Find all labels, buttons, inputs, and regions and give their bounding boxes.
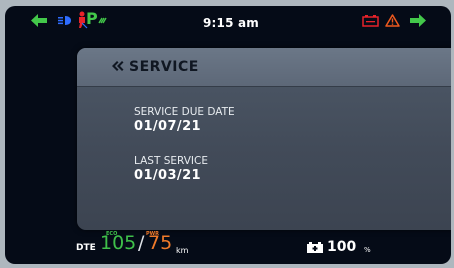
battery-warning-icon <box>362 15 379 27</box>
instrument-screen: P 9:15 am SERVICE SERVICE DUE DATE 01/07… <box>5 6 451 264</box>
service-panel-header: SERVICE <box>77 48 451 87</box>
service-due-date-label: SERVICE DUE DATE <box>134 106 235 118</box>
service-panel: SERVICE SERVICE DUE DATE 01/07/21 LAST S… <box>77 48 451 230</box>
distance-unit: km <box>176 246 189 255</box>
dte-label: DTE <box>76 243 96 253</box>
service-due-date-value: 01/07/21 <box>134 119 201 134</box>
park-indicator: P <box>86 9 98 28</box>
left-turn-arrow-icon <box>31 14 47 27</box>
back-chevron-icon[interactable] <box>112 61 124 71</box>
last-service-value: 01/03/21 <box>134 168 201 183</box>
battery-percentage: 100 <box>327 239 357 255</box>
park-mode-icon <box>98 17 107 24</box>
clock-time: 9:15 am <box>202 16 260 30</box>
headlight-beam-icon <box>58 16 71 25</box>
last-service-label: LAST SERVICE <box>134 155 208 167</box>
right-turn-arrow-icon <box>410 14 426 27</box>
battery-icon <box>307 242 323 253</box>
range-divider: / <box>138 232 145 254</box>
hazard-warning-icon <box>385 14 400 27</box>
pwr-range-value: 75 <box>148 232 173 254</box>
service-title: SERVICE <box>129 59 199 75</box>
eco-range-value: 105 <box>100 232 137 254</box>
dashboard-bezel: P 9:15 am SERVICE SERVICE DUE DATE 01/07… <box>0 0 454 268</box>
battery-percent-sign: % <box>364 246 371 254</box>
